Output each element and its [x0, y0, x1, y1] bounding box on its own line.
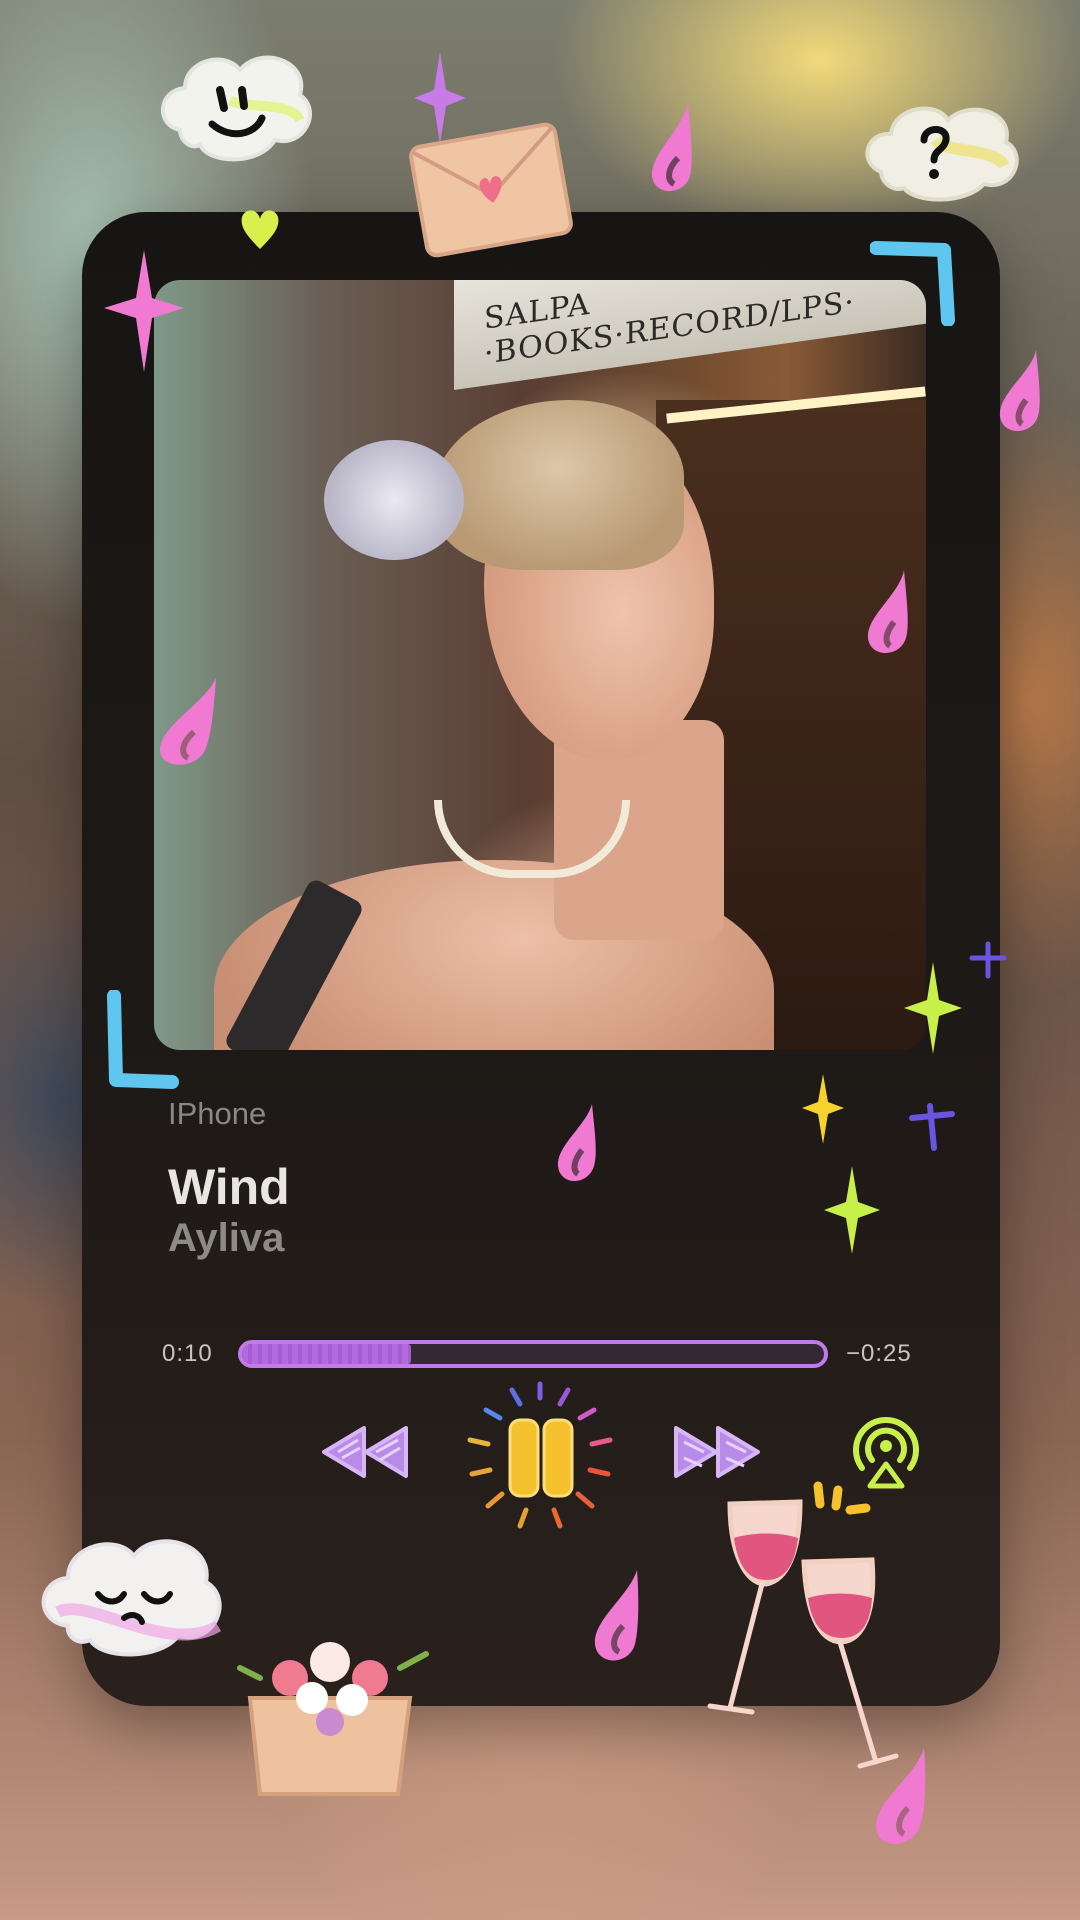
remaining-time: −0:25: [846, 1340, 912, 1367]
artwork-scrunchie: [324, 440, 464, 560]
fast-forward-button[interactable]: [668, 1422, 764, 1482]
progress-fill: [242, 1344, 411, 1364]
album-artwork: SALPA ·BOOKS·RECORD/LPS·: [154, 280, 926, 1050]
progress-scrubber[interactable]: [238, 1340, 828, 1368]
pause-icon: [467, 1381, 613, 1529]
song-title[interactable]: Wind: [168, 1158, 290, 1216]
airplay-icon: [853, 1417, 919, 1489]
artwork-hair: [434, 400, 684, 570]
rewind-button[interactable]: [318, 1422, 414, 1482]
output-device-label[interactable]: IPhone: [168, 1096, 266, 1132]
airplay-button[interactable]: [846, 1412, 926, 1492]
rewind-icon: [322, 1426, 408, 1478]
elapsed-time: 0:10: [162, 1340, 213, 1367]
play-pause-button[interactable]: [450, 1370, 630, 1550]
artwork-shop-sign: SALPA ·BOOKS·RECORD/LPS·: [454, 280, 926, 390]
fast-forward-icon: [674, 1426, 760, 1478]
artist-name[interactable]: Ayliva: [168, 1216, 284, 1261]
